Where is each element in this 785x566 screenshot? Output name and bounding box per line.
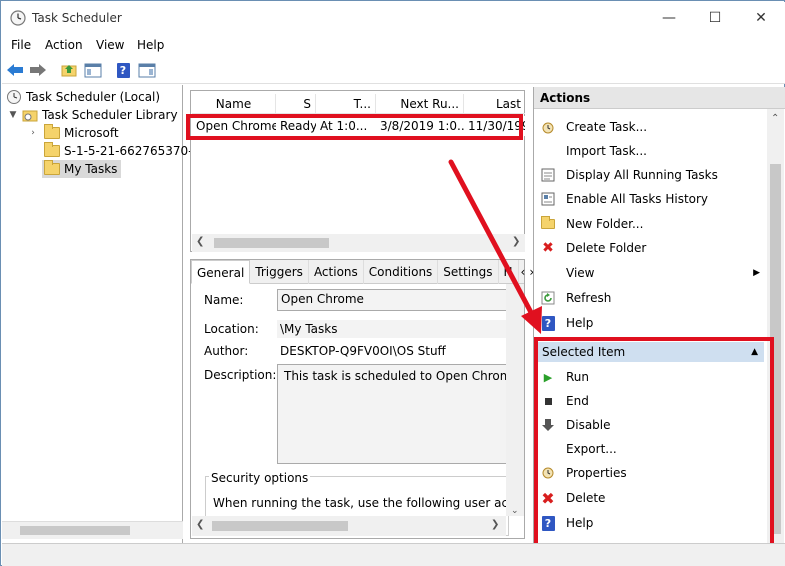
action-enable-history[interactable]: Enable All Tasks History — [540, 188, 708, 210]
action-import-task[interactable]: Import Task... — [540, 140, 647, 162]
action-new-folder[interactable]: New Folder... — [540, 213, 643, 235]
show-hide-action-pane-button[interactable] — [136, 59, 158, 81]
action-label: Refresh — [566, 291, 612, 305]
details-horizontal-scrollbar[interactable]: ❮ ❯ — [192, 516, 506, 536]
scroll-down-icon[interactable]: ⌄ — [511, 506, 519, 516]
action-label: New Folder... — [566, 217, 644, 231]
action-create-task[interactable]: Create Task... — [540, 116, 647, 138]
task-scheduler-window: Task Scheduler — ☐ ✕ File Action View He… — [0, 0, 785, 566]
tree-label: My Tasks — [64, 162, 118, 176]
close-button[interactable]: ✕ — [746, 7, 776, 29]
tab-conditions[interactable]: Conditions — [364, 260, 439, 284]
chevron-down-icon[interactable]: ▼ — [8, 106, 18, 124]
tab-triggers[interactable]: Triggers — [250, 260, 309, 284]
tree-item-sid-folder[interactable]: S-1-5-21-662765370-9 — [44, 142, 200, 160]
action-pane-icon — [138, 63, 156, 77]
help-toolbar-button[interactable]: ? — [112, 59, 134, 81]
author-value: DESKTOP-Q9FV0OI\OS Stuff — [280, 344, 446, 358]
folder-up-icon — [61, 65, 77, 77]
scroll-up-icon[interactable]: ⌃ — [771, 113, 779, 124]
help-icon: ? — [116, 62, 130, 78]
submenu-arrow-icon: ▶ — [753, 268, 760, 278]
window-title: Task Scheduler — [32, 11, 122, 25]
back-arrow-icon — [7, 64, 23, 76]
column-header-next-run[interactable]: Next Ru... — [376, 94, 464, 114]
column-header-status[interactable]: S — [276, 94, 316, 114]
menu-bar: File Action View Help — [2, 33, 785, 56]
console-tree-icon — [84, 63, 102, 77]
console-tree: Task Scheduler (Local) ▼ Task Scheduler … — [2, 85, 200, 543]
action-label: View — [566, 266, 595, 280]
security-options-title: Security options — [209, 471, 311, 485]
menu-help[interactable]: Help — [137, 38, 164, 52]
tree-label: S-1-5-21-662765370-9 — [64, 144, 201, 158]
menu-action[interactable]: Action — [45, 38, 83, 52]
task-row-highlight — [186, 114, 523, 140]
scroll-thumb[interactable] — [214, 238, 329, 248]
title-bar: Task Scheduler — ☐ ✕ — [2, 2, 785, 33]
action-display-running-tasks[interactable]: Display All Running Tasks — [540, 164, 718, 186]
selected-item-highlight — [534, 337, 774, 547]
show-hide-console-tree-button[interactable] — [82, 59, 104, 81]
action-label: Delete Folder — [566, 241, 647, 255]
scroll-left-icon[interactable]: ❮ — [196, 519, 204, 530]
up-folder-button[interactable] — [58, 59, 80, 81]
scroll-thumb[interactable] — [212, 521, 348, 531]
task-list-header: Name S T... Next Ru... Last — [192, 94, 525, 114]
description-label: Description: — [204, 368, 277, 382]
tab-actions[interactable]: Actions — [309, 260, 364, 284]
column-header-name[interactable]: Name — [192, 94, 276, 114]
description-field[interactable]: This task is scheduled to Open Chrome Br — [277, 364, 509, 464]
actions-header: Actions — [534, 87, 785, 109]
column-header-triggers[interactable]: T... — [316, 94, 376, 114]
tree-item-library[interactable]: ▼ Task Scheduler Library — [8, 106, 178, 124]
create-task-icon — [540, 119, 556, 135]
action-label: Display All Running Tasks — [566, 168, 718, 182]
action-delete-folder[interactable]: ✖ Delete Folder — [540, 237, 646, 259]
chevron-right-icon[interactable]: › — [28, 124, 38, 142]
library-folder-icon — [22, 110, 38, 122]
tree-label: Task Scheduler Library — [42, 108, 178, 122]
annotation-arrow — [448, 159, 542, 334]
location-label: Location: — [204, 322, 259, 336]
action-view[interactable]: View ▶ — [540, 262, 760, 284]
action-label: Enable All Tasks History — [566, 192, 709, 206]
toolbar: ? — [2, 56, 785, 84]
action-label: Create Task... — [566, 120, 648, 134]
tab-general[interactable]: General — [191, 260, 251, 284]
status-bar — [2, 543, 785, 566]
forward-button[interactable] — [27, 59, 49, 81]
folder-icon — [44, 142, 60, 157]
tree-label: Task Scheduler (Local) — [26, 90, 161, 104]
tree-item-root[interactable]: Task Scheduler (Local) — [6, 88, 160, 106]
menu-view[interactable]: View — [96, 38, 124, 52]
security-options-text: When running the task, use the following… — [213, 496, 509, 510]
clock-icon — [7, 90, 21, 104]
scroll-thumb[interactable] — [20, 526, 130, 535]
forward-arrow-icon — [30, 64, 46, 76]
action-label: Import Task... — [566, 144, 647, 158]
tree-horizontal-scrollbar[interactable] — [2, 521, 183, 539]
menu-file[interactable]: File — [11, 38, 31, 52]
folder-icon — [44, 160, 60, 175]
author-label: Author: — [204, 344, 249, 358]
scroll-left-icon[interactable]: ❮ — [196, 236, 204, 247]
name-label: Name: — [204, 293, 244, 307]
minimize-button[interactable]: — — [654, 7, 684, 29]
back-button[interactable] — [4, 59, 26, 81]
scroll-right-icon[interactable]: ❯ — [491, 519, 499, 530]
clock-icon — [10, 10, 26, 26]
tree-item-my-tasks[interactable]: My Tasks — [42, 160, 122, 178]
folder-icon — [44, 124, 60, 139]
tree-label: Microsoft — [64, 126, 119, 140]
maximize-button[interactable]: ☐ — [700, 7, 730, 29]
tree-item-microsoft[interactable]: › Microsoft — [28, 124, 119, 142]
column-header-last-run[interactable]: Last — [464, 94, 525, 114]
action-label: Help — [566, 316, 594, 330]
